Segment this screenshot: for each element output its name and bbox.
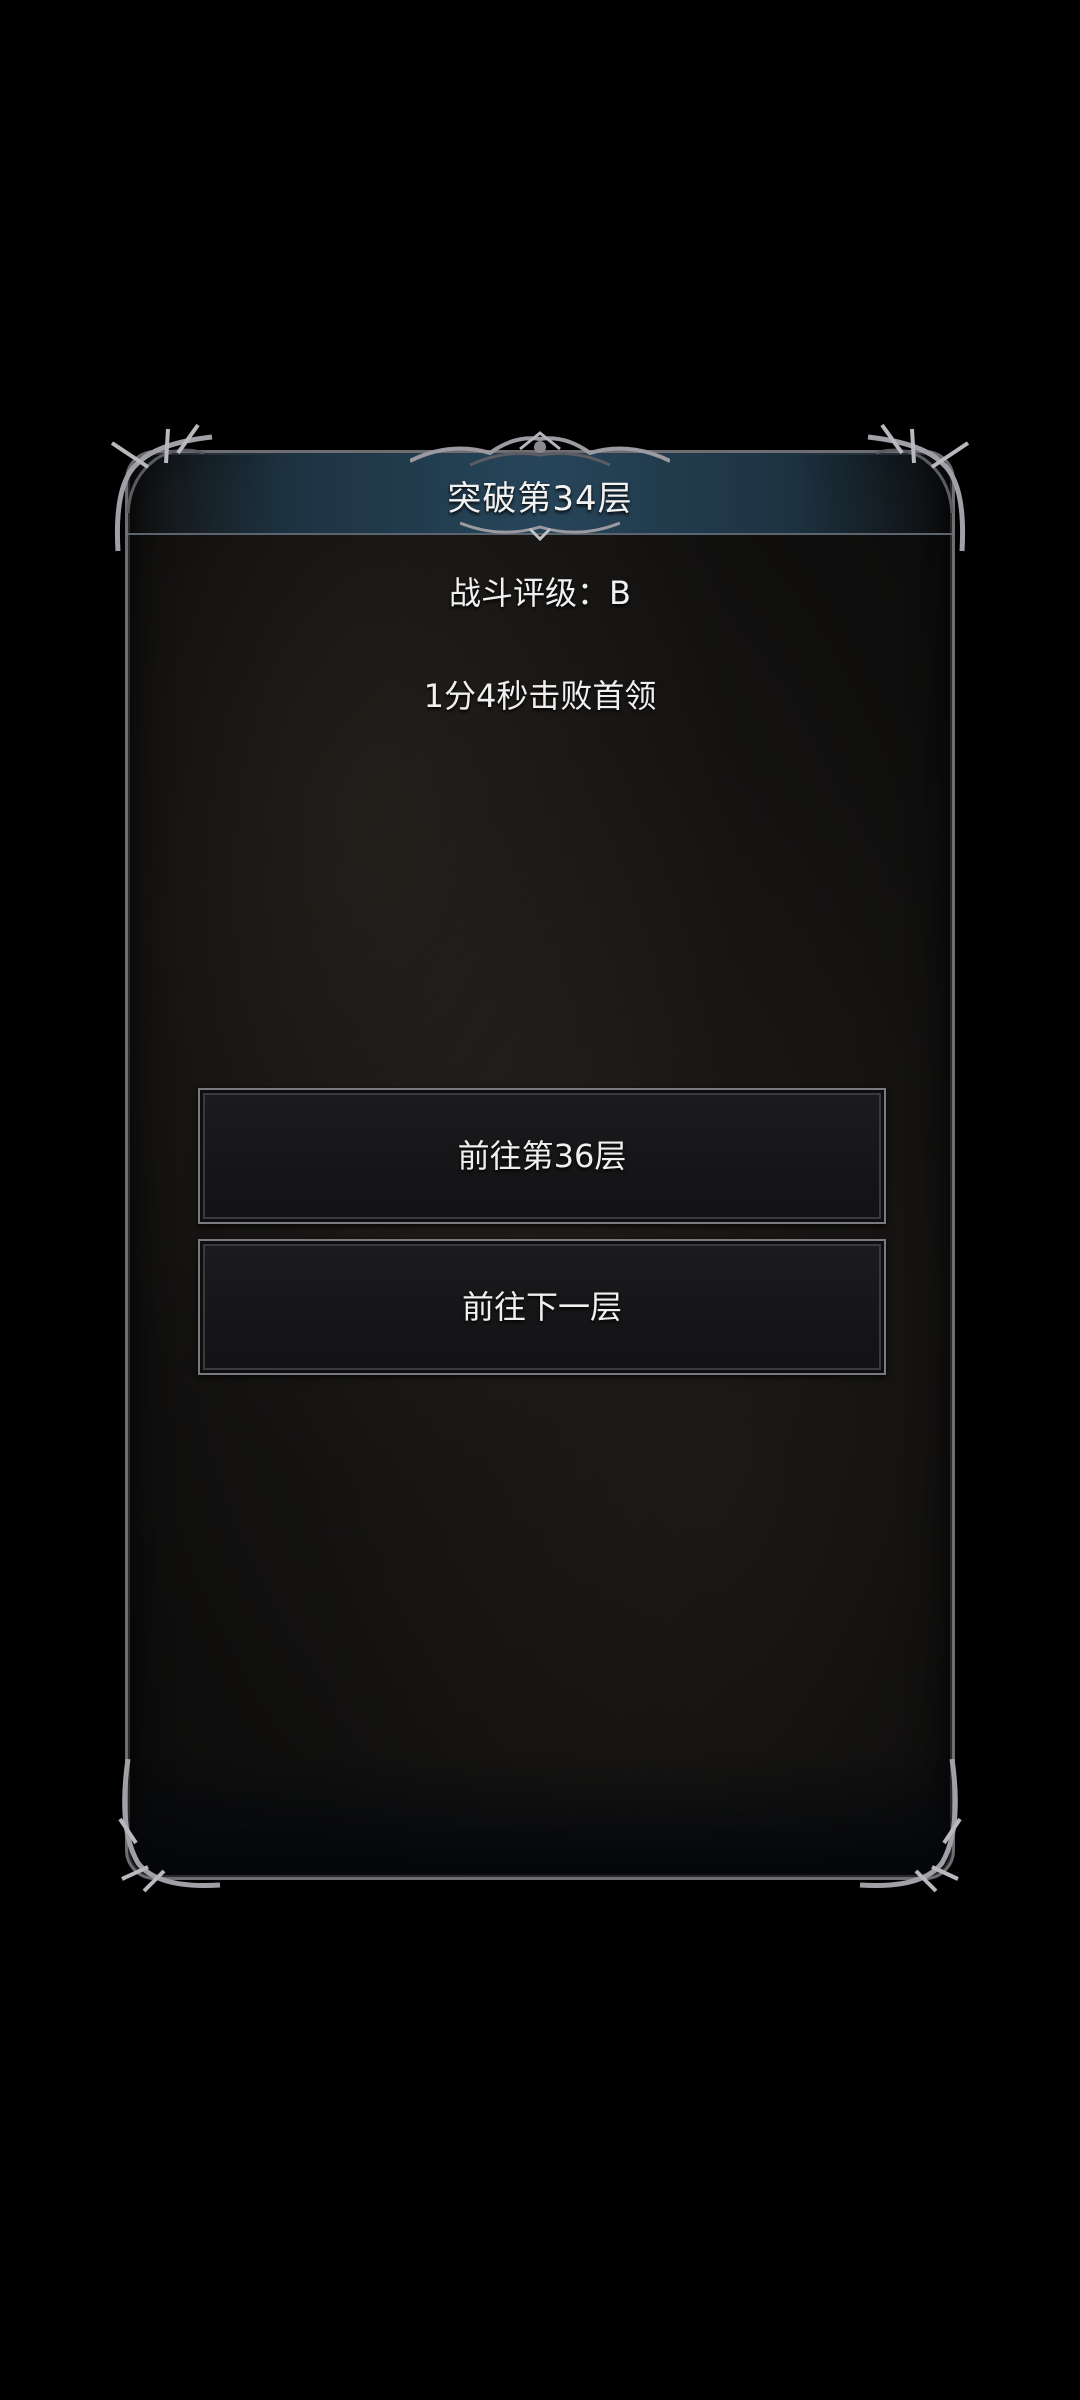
goto-floor-button[interactable]: 前往第36层 bbox=[198, 1088, 886, 1224]
battle-rating-text: 战斗评级：B bbox=[449, 574, 631, 612]
next-floor-button[interactable]: 前往下一层 bbox=[198, 1239, 886, 1375]
ornament-under-title-icon bbox=[460, 521, 620, 541]
ornament-corner-icon bbox=[110, 423, 213, 552]
dialog-title: 突破第34层 bbox=[447, 479, 633, 519]
ornament-top-icon bbox=[410, 431, 670, 467]
next-floor-label: 前往下一层 bbox=[461, 1288, 622, 1326]
ornament-corner-icon bbox=[118, 1759, 221, 1893]
game-screen: 突破第34层 战斗评级：B 1分4秒击败首领 前往第36层 前往下一层 bbox=[0, 0, 1080, 2400]
floor-clear-dialog: 突破第34层 战斗评级：B 1分4秒击败首领 前往第36层 前往下一层 bbox=[110, 423, 970, 1893]
goto-floor-label: 前往第36层 bbox=[457, 1137, 627, 1175]
ornament-corner-icon bbox=[867, 423, 970, 552]
boss-defeat-time-text: 1分4秒击败首领 bbox=[423, 677, 657, 715]
ornament-corner-icon bbox=[859, 1759, 962, 1893]
panel-shade bbox=[132, 1753, 948, 1873]
